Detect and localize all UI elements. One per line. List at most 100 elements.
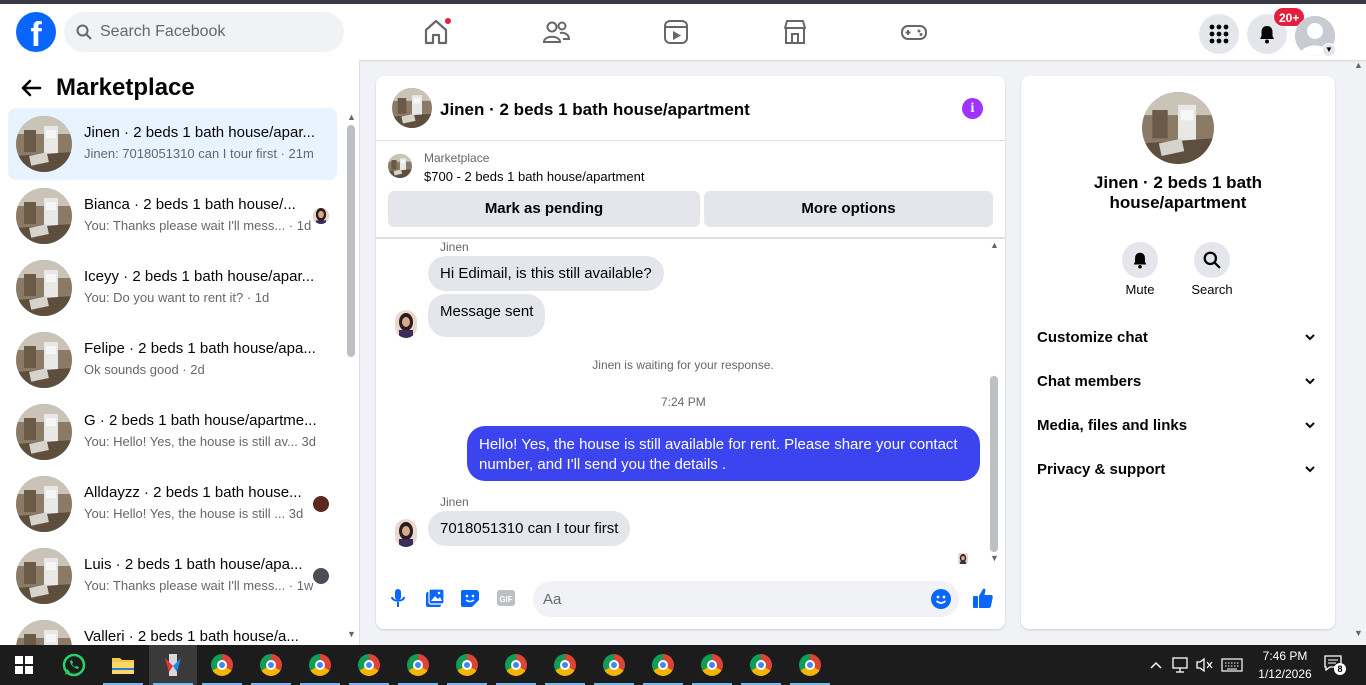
chrome-window[interactable] bbox=[492, 645, 540, 685]
section-label: Privacy & support bbox=[1037, 461, 1166, 478]
chrome-window[interactable] bbox=[541, 645, 589, 685]
listing-thumbnail bbox=[16, 260, 72, 316]
outgoing-message[interactable]: Hello! Yes, the house is still available… bbox=[467, 426, 980, 481]
listing-thumbnail bbox=[16, 476, 72, 532]
keyboard-icon[interactable] bbox=[1221, 658, 1243, 672]
listing-thumbnail bbox=[16, 620, 72, 645]
back-arrow-icon[interactable] bbox=[20, 77, 42, 99]
mark-as-pending-button[interactable]: Mark as pending bbox=[388, 191, 700, 227]
app-window-active[interactable] bbox=[149, 645, 197, 685]
chevron-down-icon bbox=[1305, 422, 1315, 429]
customize-chat-section[interactable]: Customize chat bbox=[1029, 318, 1327, 358]
seen-avatar bbox=[313, 568, 329, 584]
info-icon[interactable]: i bbox=[962, 98, 983, 119]
chrome-window[interactable] bbox=[247, 645, 295, 685]
search-input[interactable] bbox=[100, 12, 336, 52]
listing-title[interactable]: $700 - 2 beds 1 bath house/apartment bbox=[424, 169, 644, 184]
like-icon[interactable] bbox=[972, 587, 994, 609]
chat-members-section[interactable]: Chat members bbox=[1029, 362, 1327, 402]
listing-thumbnail bbox=[16, 332, 72, 388]
conversation-item[interactable]: Bianca · 2 beds 1 bath house/... You: Th… bbox=[8, 180, 337, 252]
scroll-down-arrow-icon[interactable]: ▼ bbox=[990, 553, 999, 563]
chrome-window[interactable] bbox=[688, 645, 736, 685]
conversation-item[interactable]: Luis · 2 beds 1 bath house/apa... You: T… bbox=[8, 540, 337, 612]
search-in-chat-button[interactable] bbox=[1194, 242, 1230, 278]
account-chevron-icon[interactable]: ▼ bbox=[1322, 43, 1336, 57]
chrome-window[interactable] bbox=[394, 645, 442, 685]
menu-button[interactable] bbox=[1199, 14, 1239, 54]
media-files-links-section[interactable]: Media, files and links bbox=[1029, 406, 1327, 446]
conversation-name: Felipe · 2 beds 1 bath house/apa... bbox=[84, 340, 316, 357]
search-icon bbox=[76, 24, 92, 40]
section-label: Media, files and links bbox=[1037, 417, 1188, 434]
sender-avatar[interactable] bbox=[395, 519, 417, 547]
tray-overflow-icon[interactable] bbox=[1150, 660, 1162, 670]
conversation-preview: Ok sounds good · 2d bbox=[84, 362, 205, 377]
facebook-logo-icon[interactable]: f bbox=[16, 12, 56, 52]
sticker-icon[interactable] bbox=[460, 588, 480, 608]
chrome-icon bbox=[750, 654, 772, 676]
chrome-window[interactable] bbox=[296, 645, 344, 685]
search-label: Search bbox=[1191, 282, 1233, 297]
conversation-item[interactable]: Iceyy · 2 beds 1 bath house/apar... You:… bbox=[8, 252, 337, 324]
sidebar-scrollbar[interactable] bbox=[347, 125, 355, 357]
app-icon bbox=[165, 654, 181, 676]
chrome-window[interactable] bbox=[590, 645, 638, 685]
video-icon[interactable] bbox=[660, 16, 692, 48]
privacy-support-section[interactable]: Privacy & support bbox=[1029, 450, 1327, 490]
windows-logo-icon bbox=[15, 656, 33, 674]
waiting-notice: Jinen is waiting for your response. bbox=[592, 358, 774, 372]
chevron-down-icon bbox=[1305, 334, 1315, 341]
conversation-item[interactable]: Alldayzz · 2 beds 1 bath house... You: H… bbox=[8, 468, 337, 540]
volume-muted-icon[interactable] bbox=[1196, 657, 1214, 673]
chat-scrollbar[interactable] bbox=[990, 376, 998, 552]
message-composer[interactable] bbox=[533, 581, 959, 617]
scroll-up-arrow-icon[interactable]: ▲ bbox=[990, 240, 999, 250]
chrome-window[interactable] bbox=[786, 645, 834, 685]
chrome-window[interactable] bbox=[443, 645, 491, 685]
more-options-button[interactable]: More options bbox=[704, 191, 993, 227]
clock-date[interactable]: 1/12/2026 bbox=[1250, 667, 1320, 681]
gif-icon[interactable]: GIF bbox=[496, 588, 516, 608]
network-icon[interactable] bbox=[1172, 657, 1190, 673]
microphone-icon[interactable] bbox=[390, 588, 406, 608]
listing-thumbnail[interactable] bbox=[388, 154, 412, 178]
page-scroll-up-arrow-icon[interactable]: ▲ bbox=[1354, 60, 1363, 70]
divider bbox=[376, 237, 1005, 239]
chrome-window[interactable] bbox=[198, 645, 246, 685]
whatsapp-app[interactable] bbox=[50, 645, 98, 685]
action-center-button[interactable]: 8 bbox=[1324, 655, 1348, 677]
file-explorer-app[interactable] bbox=[99, 645, 147, 685]
conversation-item[interactable]: G · 2 beds 1 bath house/apartme... You: … bbox=[8, 396, 337, 468]
message-input[interactable] bbox=[543, 581, 923, 617]
chrome-window[interactable] bbox=[737, 645, 785, 685]
conversation-item[interactable]: Felipe · 2 beds 1 bath house/apa... Ok s… bbox=[8, 324, 337, 396]
scroll-down-arrow-icon[interactable]: ▼ bbox=[347, 629, 356, 639]
sender-avatar[interactable] bbox=[395, 310, 417, 338]
chevron-down-icon bbox=[1305, 466, 1315, 473]
friends-icon[interactable] bbox=[540, 16, 572, 48]
start-button[interactable] bbox=[0, 645, 48, 685]
search-box[interactable] bbox=[64, 12, 344, 52]
gaming-icon[interactable] bbox=[898, 16, 930, 48]
chat-thumbnail[interactable] bbox=[392, 88, 432, 128]
chat-title[interactable]: Jinen · 2 beds 1 bath house/apartment bbox=[440, 100, 750, 120]
marketplace-label: Marketplace bbox=[424, 151, 490, 165]
chrome-window[interactable] bbox=[345, 645, 393, 685]
conversation-item[interactable]: Jinen · 2 beds 1 bath house/apar... Jine… bbox=[8, 108, 337, 180]
clock-time[interactable]: 7:46 PM bbox=[1250, 649, 1320, 663]
seen-avatar bbox=[313, 208, 329, 224]
photo-icon[interactable] bbox=[425, 588, 445, 608]
chrome-window[interactable] bbox=[639, 645, 687, 685]
incoming-message[interactable]: Hi Edimail, is this still available? bbox=[428, 256, 664, 291]
conversation-item[interactable]: Valleri · 2 beds 1 bath house/a... bbox=[8, 612, 337, 645]
mute-button[interactable] bbox=[1122, 242, 1158, 278]
chrome-icon bbox=[407, 654, 429, 676]
emoji-icon[interactable] bbox=[931, 589, 951, 609]
listing-photo[interactable] bbox=[1142, 92, 1214, 164]
marketplace-icon[interactable] bbox=[779, 16, 811, 48]
incoming-message[interactable]: 7018051310 can I tour first bbox=[428, 511, 631, 546]
page-scroll-down-arrow-icon[interactable]: ▼ bbox=[1354, 628, 1363, 638]
scroll-up-arrow-icon[interactable]: ▲ bbox=[347, 112, 356, 122]
incoming-message[interactable]: Message sent bbox=[428, 294, 546, 337]
